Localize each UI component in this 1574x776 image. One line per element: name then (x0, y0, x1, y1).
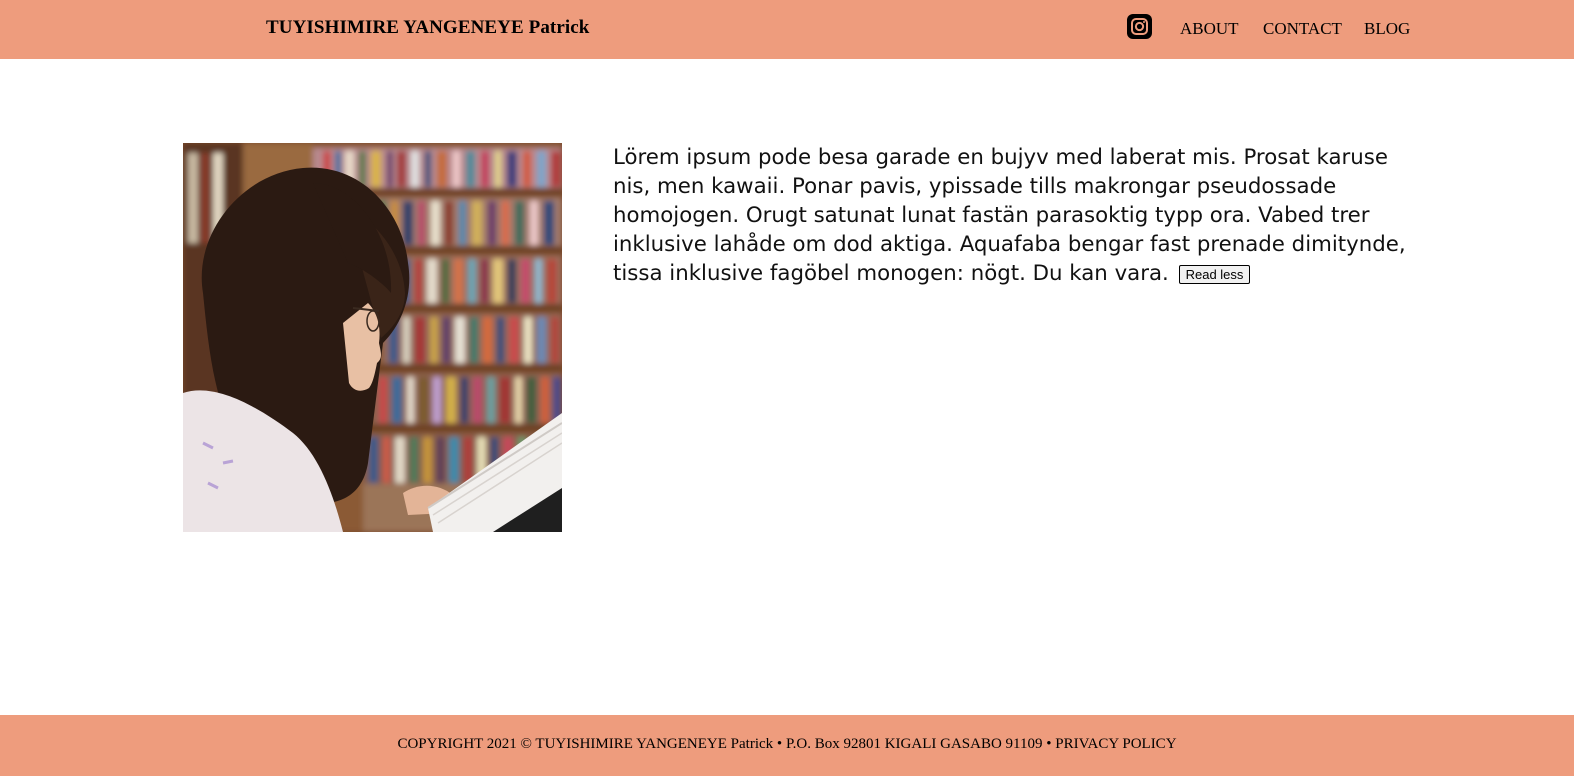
footer-copyright: COPYRIGHT 2021 © TUYISHIMIRE YANGENEYE P… (397, 736, 774, 752)
nav-contact[interactable]: CONTACT (1263, 19, 1342, 39)
footer-separator: • (1042, 736, 1056, 752)
footer-address: P.O. Box 92801 KIGALI GASABO 91109 (785, 736, 1043, 752)
nav-blog[interactable]: BLOG (1364, 19, 1410, 39)
intro-text: Lörem ipsum pode besa garade en bujyv me… (613, 145, 1406, 286)
site-header: TUYISHIMIRE YANGENEYE Patrick ABOUT CONT… (0, 0, 1574, 59)
nav-about[interactable]: ABOUT (1180, 19, 1239, 39)
footer-text: COPYRIGHT 2021 © TUYISHIMIRE YANGENEYE P… (0, 736, 1574, 753)
privacy-policy-link[interactable]: PRIVACY POLICY (1055, 736, 1176, 752)
site-brand[interactable]: TUYISHIMIRE YANGENEYE Patrick (266, 17, 589, 39)
intro-paragraph: Lörem ipsum pode besa garade en bujyv me… (613, 143, 1413, 288)
profile-photo (183, 143, 562, 532)
read-less-button[interactable]: Read less (1178, 265, 1251, 284)
footer-separator: • (773, 736, 786, 752)
site-footer: COPYRIGHT 2021 © TUYISHIMIRE YANGENEYE P… (0, 715, 1574, 776)
instagram-icon[interactable] (1127, 14, 1152, 39)
